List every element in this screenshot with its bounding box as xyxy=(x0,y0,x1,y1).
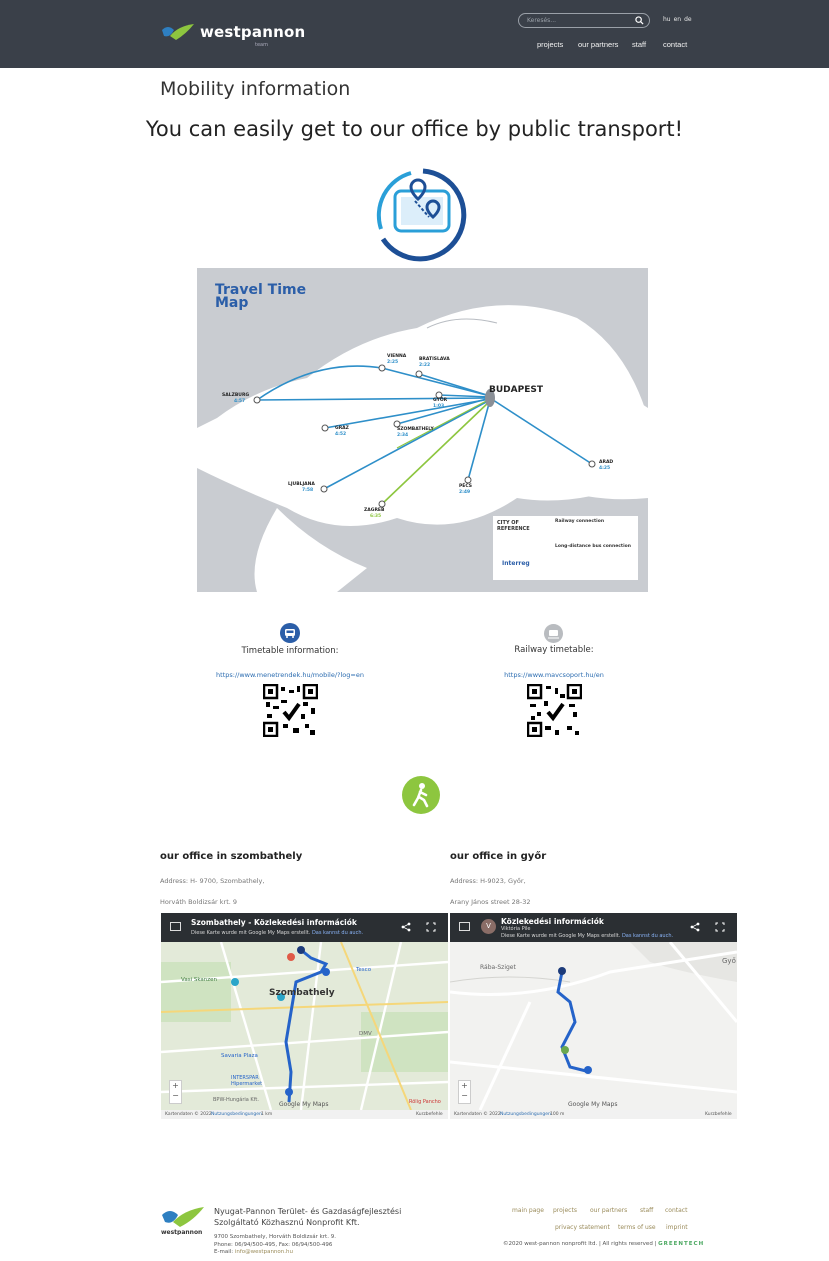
railway-label: Railway timetable: xyxy=(514,645,594,655)
author-avatar: V xyxy=(481,919,496,934)
city-graz: GRAZ 4:52 xyxy=(335,426,349,437)
map-title: Travel Time Map xyxy=(215,282,307,311)
zoom-controls[interactable]: + − xyxy=(169,1080,182,1104)
office-szombathely-title: our office in szombathely xyxy=(160,851,303,862)
lang-de[interactable]: de xyxy=(684,16,692,23)
city-bratislava: BRATISLAVA 2:22 xyxy=(419,357,450,368)
footer-link-privacy[interactable]: privacy statement xyxy=(555,1224,610,1231)
railway-link[interactable]: https://www.mavcsoport.hu/en xyxy=(479,671,629,679)
szombathely-map[interactable]: Szombathely - Közlekedési információk Di… xyxy=(161,913,448,1119)
gyor-map-title[interactable]: Közlekedési információk xyxy=(501,917,604,926)
footer-link-our-partners[interactable]: our partners xyxy=(590,1207,627,1214)
travel-time-map: Travel Time Map BUDAPEST VIENNA 2:25 BRAT… xyxy=(197,268,648,592)
city-ljubljana: LJUBLJANA 7:58 xyxy=(288,482,315,493)
gyor-map-footer: Kartendaten © 2022 Nutzungsbedingungen 1… xyxy=(450,1110,737,1119)
legend-city-reference: CITY OF REFERENCE xyxy=(497,520,530,532)
headline: You can easily get to our office by publ… xyxy=(145,117,684,141)
nav-projects[interactable]: projects xyxy=(537,40,563,49)
lang-en[interactable]: en xyxy=(674,16,682,23)
fullscreen-icon[interactable] xyxy=(426,922,436,932)
place-savaria-plaza: Savaria Plaza xyxy=(221,1053,258,1059)
train-icon xyxy=(544,624,563,643)
nav-our-partners[interactable]: our partners xyxy=(578,40,618,49)
footer-company: Nyugat-Pannon Terület- és Gazdaságfejles… xyxy=(214,1207,402,1227)
logo-text: westpannon xyxy=(200,23,306,41)
place-vasi-skanzen: Vasi Skanzen xyxy=(181,977,218,983)
place-tesco: Tesco xyxy=(356,967,372,973)
logo-subtext: team xyxy=(255,42,268,48)
gyor-map-header: V Közlekedési információk Viktória Pile … xyxy=(450,913,737,942)
city-zagreb: ZAGREB 6:35 xyxy=(364,508,385,519)
office-gyor-address1: Address: H-9023, Győr, xyxy=(450,877,526,885)
footer-address: 9700 Szombathely, Horváth Boldizsár krt.… xyxy=(214,1234,336,1255)
nav-contact[interactable]: contact xyxy=(663,40,687,49)
search-icon[interactable] xyxy=(635,16,644,25)
place-interspar: INTERSPAR Hipermarket xyxy=(231,1075,263,1087)
google-my-maps-label: Google My Maps xyxy=(279,1101,329,1108)
bus-icon xyxy=(280,623,300,643)
logo-mark-icon xyxy=(162,24,194,40)
footer-link-staff[interactable]: staff xyxy=(640,1207,653,1214)
place-dmv: DMV xyxy=(359,1031,372,1037)
gyor-map-author: Viktória Pile xyxy=(501,926,531,932)
legend-railway: Railway connection xyxy=(555,519,605,524)
footer-copyright: ©2020 west-pannon nonprofit ltd. | All r… xyxy=(503,1241,705,1247)
timetable-label: Timetable information: xyxy=(241,646,339,656)
office-gyor-address2: Arany János street 28-32 xyxy=(450,898,531,906)
city-arad: ARAD 4:25 xyxy=(599,460,614,471)
place-bpw: BPW-Hungária Kft. xyxy=(213,1097,259,1103)
footer-logo-text: westpannon xyxy=(161,1229,202,1235)
sidebar-toggle-icon[interactable] xyxy=(459,922,470,931)
zoom-controls[interactable]: + − xyxy=(458,1080,471,1104)
walking-icon xyxy=(402,776,440,814)
footer-link-main-page[interactable]: main page xyxy=(512,1207,544,1214)
sidebar-toggle-icon[interactable] xyxy=(170,922,181,931)
place-raba-sziget: Rába-Sziget xyxy=(480,964,516,971)
szombathely-map-header: Szombathely - Közlekedési információk Di… xyxy=(161,913,448,942)
legend-bus: Long-distance bus connection xyxy=(555,544,631,549)
legend-interreg: Interreg xyxy=(502,560,530,567)
fullscreen-icon[interactable] xyxy=(715,922,725,932)
timetable-link[interactable]: https://www.menetrendek.hu/mobile/?log=e… xyxy=(205,671,375,679)
logo[interactable]: westpannon xyxy=(160,22,305,42)
szombathely-map-footer: Kartendaten © 2022 Nutzungsbedingungen 1… xyxy=(161,1110,448,1119)
city-gyor: GYŐR 1:03 xyxy=(433,398,448,409)
footer-link-imprint[interactable]: imprint xyxy=(666,1224,688,1231)
city-szombathely: SZOMBATHELY 2:34 xyxy=(397,427,434,438)
share-icon[interactable] xyxy=(401,922,411,932)
site-header: westpannon team Keresés... hu en de proj… xyxy=(0,0,829,68)
place-gyor: Győ xyxy=(722,957,736,965)
footer-logo-icon: westpannon xyxy=(161,1207,204,1235)
gyor-map-sub: Diese Karte wurde mit Google My Maps ers… xyxy=(501,933,674,939)
google-my-maps-label: Google My Maps xyxy=(568,1101,618,1108)
szombathely-map-sub: Diese Karte wurde mit Google My Maps ers… xyxy=(191,930,364,936)
share-icon[interactable] xyxy=(690,922,700,932)
footer-link-contact[interactable]: contact xyxy=(665,1207,687,1214)
city-pecs: PÉCS 2:49 xyxy=(459,484,472,495)
city-salzburg: SALZBURG 4:57 xyxy=(222,393,250,404)
footer-link-terms[interactable]: terms of use xyxy=(618,1224,656,1231)
page-title: Mobility information xyxy=(160,78,351,100)
bus-qr-code xyxy=(262,683,319,738)
footer-email-link[interactable]: info@westpannon.hu xyxy=(235,1249,293,1255)
city-label: Szombathely xyxy=(269,988,335,998)
office-gyor-title: our office in győr xyxy=(450,851,547,862)
gyor-map[interactable]: V Közlekedési információk Viktória Pile … xyxy=(450,913,737,1119)
search-placeholder: Keresés... xyxy=(527,17,557,24)
place-rolig: Rölig Pancho xyxy=(409,1099,441,1105)
szombathely-map-title[interactable]: Szombathely - Közlekedési információk xyxy=(191,918,357,927)
footer-link-projects[interactable]: projects xyxy=(553,1207,577,1214)
mobility-map-icon xyxy=(376,168,467,262)
office-szombathely-address1: Address: H- 9700, Szombathely, xyxy=(160,877,265,885)
lang-hu[interactable]: hu xyxy=(663,16,671,23)
footer-brand: GREENTECH xyxy=(658,1241,705,1247)
search-input[interactable]: Keresés... xyxy=(518,13,650,28)
railway-qr-code xyxy=(526,683,583,738)
hub-label: BUDAPEST xyxy=(489,385,543,395)
office-szombathely-address2: Horváth Boldizsár krt. 9 xyxy=(160,898,238,906)
city-vienna: VIENNA 2:25 xyxy=(387,354,407,365)
language-switcher: hu en de xyxy=(663,16,692,23)
nav-staff[interactable]: staff xyxy=(632,40,646,49)
